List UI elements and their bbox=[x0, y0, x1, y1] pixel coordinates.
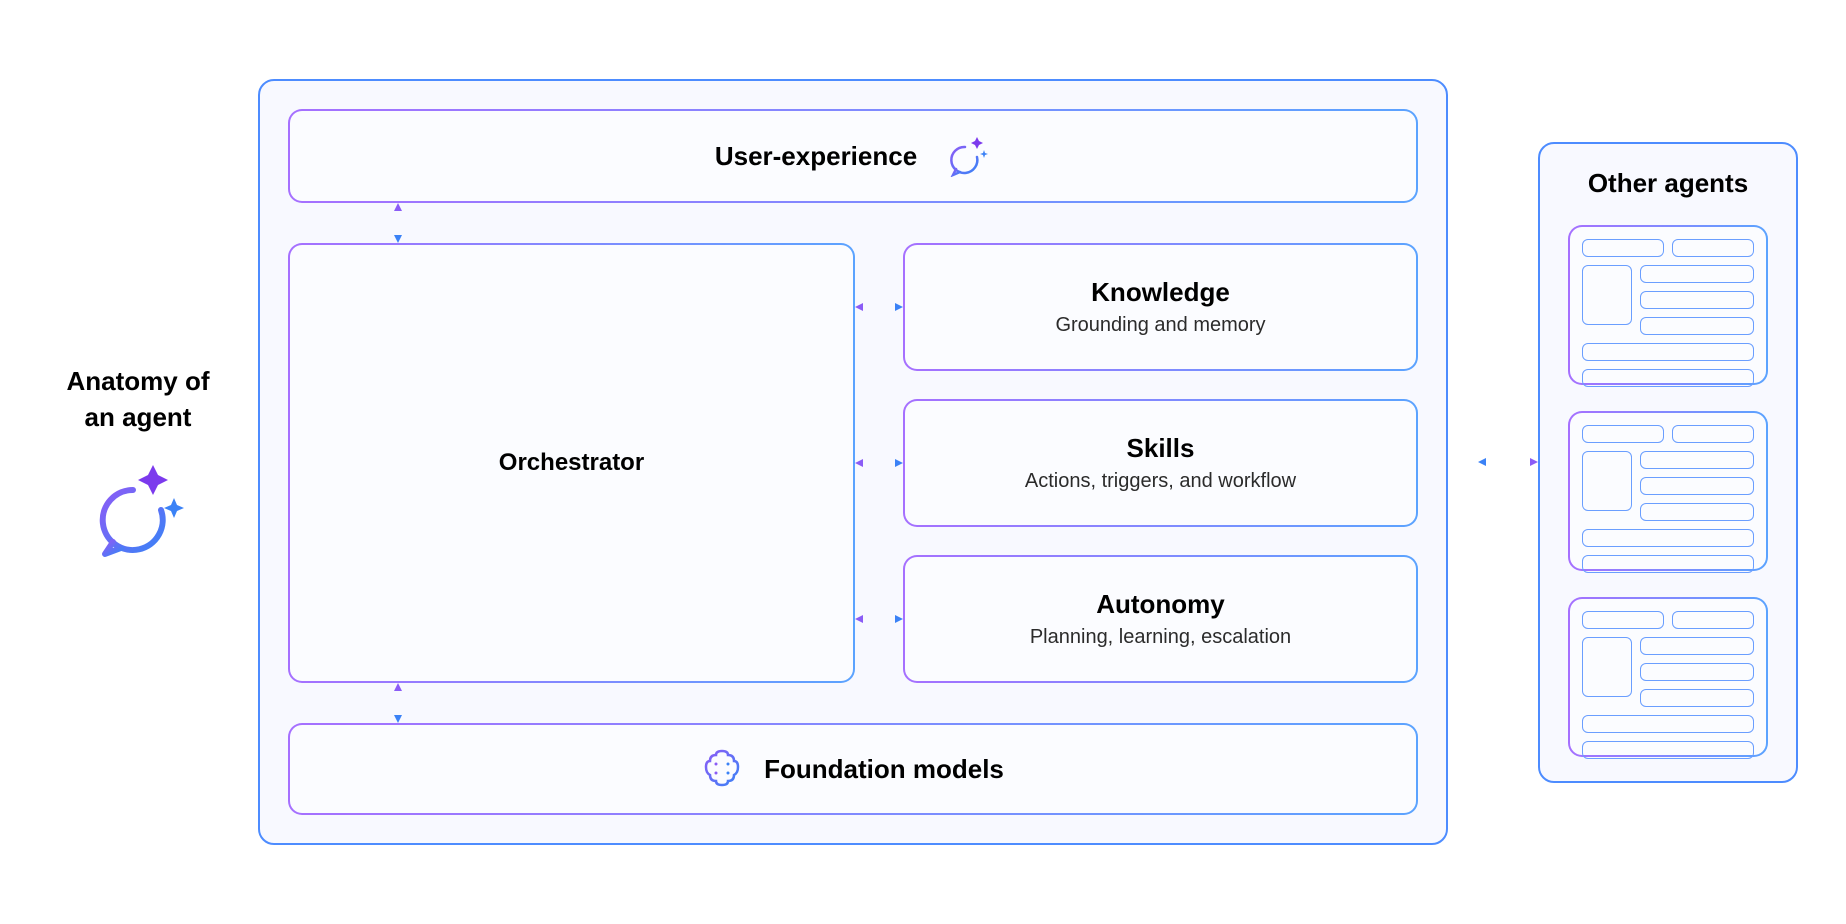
orchestrator-title: Orchestrator bbox=[499, 449, 644, 477]
agent-card-2 bbox=[1568, 411, 1768, 571]
middle-row: Orchestrator Knowled bbox=[288, 243, 1418, 683]
skills-subtitle: Actions, triggers, and workflow bbox=[1025, 470, 1296, 493]
chat-sparkle-icon bbox=[83, 460, 193, 560]
user-experience-title: User-experience bbox=[715, 141, 917, 172]
autonomy-title: Autonomy bbox=[1096, 589, 1225, 620]
agent-main-container: User-experience bbox=[258, 79, 1448, 845]
arrow-to-other-agents bbox=[1478, 454, 1538, 470]
other-agents-title: Other agents bbox=[1588, 168, 1748, 199]
right-panel: Other agents bbox=[1478, 142, 1798, 783]
arrow-orch-skills bbox=[855, 455, 903, 471]
anatomy-label: Anatomy of an agent bbox=[48, 364, 228, 434]
autonomy-box: Autonomy Planning, learning, escalation bbox=[903, 555, 1418, 683]
autonomy-subtitle: Planning, learning, escalation bbox=[1030, 626, 1291, 649]
anatomy-label-block: Anatomy of an agent bbox=[48, 364, 228, 559]
foundation-box: Foundation models bbox=[288, 723, 1418, 815]
anatomy-diagram: Anatomy of an agent User-experience bbox=[48, 79, 1798, 845]
arrow-orch-foundation bbox=[388, 683, 408, 723]
arrow-orch-autonomy bbox=[855, 611, 903, 627]
brain-icon bbox=[702, 749, 742, 789]
arrow-orch-knowledge bbox=[855, 299, 903, 315]
knowledge-title: Knowledge bbox=[1091, 277, 1230, 308]
skills-box: Skills Actions, triggers, and workflow bbox=[903, 399, 1418, 527]
arrow-ux-orchestrator bbox=[388, 203, 408, 243]
knowledge-subtitle: Grounding and memory bbox=[1055, 314, 1265, 337]
other-agents-box: Other agents bbox=[1538, 142, 1798, 783]
agent-card-3 bbox=[1568, 597, 1768, 757]
knowledge-box: Knowledge Grounding and memory bbox=[903, 243, 1418, 371]
skills-title: Skills bbox=[1127, 433, 1195, 464]
orchestrator-box: Orchestrator bbox=[288, 243, 855, 683]
agent-card-1 bbox=[1568, 225, 1768, 385]
foundation-title: Foundation models bbox=[764, 754, 1004, 785]
user-experience-box: User-experience bbox=[288, 109, 1418, 203]
chat-sparkle-small-icon bbox=[945, 135, 991, 177]
capability-stack: Knowledge Grounding and memory bbox=[855, 243, 1418, 683]
